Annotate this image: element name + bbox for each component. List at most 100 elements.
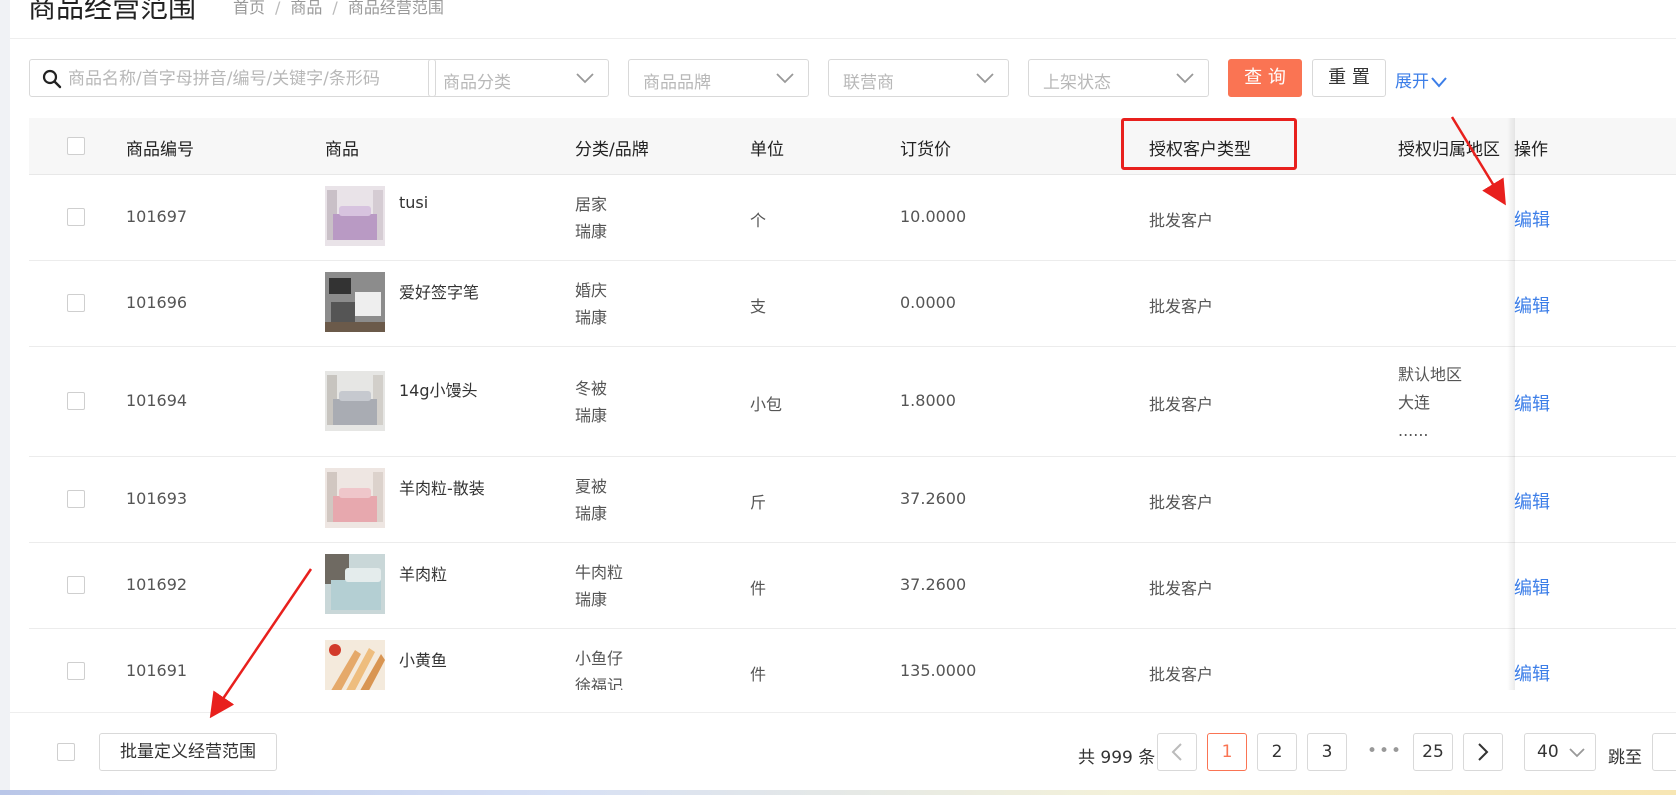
chevron-down-icon — [776, 73, 794, 84]
pagination-page-25[interactable]: 25 — [1413, 733, 1453, 771]
cell-unit: 个 — [750, 211, 767, 230]
product-thumbnail[interactable] — [325, 371, 385, 431]
cell-unit: 件 — [750, 579, 767, 598]
product-thumbnail[interactable] — [325, 640, 385, 690]
cell-product-name: 小黄鱼 — [399, 651, 448, 670]
row-checkbox[interactable] — [67, 294, 85, 312]
chevron-down-icon — [576, 73, 594, 84]
cell-customer-type: 批发客户 — [1149, 211, 1214, 230]
page-header: 商品经营范围 首页 / 商品 / 商品经营范围 — [10, 0, 1676, 39]
chevron-down-icon — [1176, 73, 1194, 84]
pagination-next-button[interactable] — [1463, 733, 1503, 771]
cell-code: 101696 — [126, 293, 188, 312]
expand-label: 展开 — [1395, 72, 1429, 92]
cell-product-name: 爱好签字笔 — [399, 283, 480, 302]
cell-price: 0.0000 — [900, 293, 956, 312]
page-container: 商品经营范围 首页 / 商品 / 商品经营范围 商品分类 商品品牌 联营商 上架状态 查… — [10, 0, 1676, 790]
breadcrumb-separator: / — [332, 0, 338, 17]
query-button[interactable]: 查 询 — [1228, 59, 1302, 97]
pagination-prev-button[interactable] — [1157, 733, 1197, 771]
cell-price: 37.2600 — [900, 489, 967, 508]
edit-link[interactable]: 编辑 — [1514, 206, 1550, 232]
row-checkbox[interactable] — [67, 662, 85, 680]
expand-toggle[interactable]: 展开 — [1395, 67, 1447, 92]
cell-product-name: 羊肉粒 — [399, 565, 448, 584]
cell-unit: 支 — [750, 297, 767, 316]
pagination-page-3[interactable]: 3 — [1307, 733, 1347, 771]
category-name: 夏被 — [575, 477, 608, 496]
cell-code: 101692 — [126, 575, 188, 594]
cell-code: 101691 — [126, 661, 188, 680]
column-header-action: 操作 — [1514, 140, 1548, 160]
product-thumbnail[interactable] — [325, 468, 385, 528]
row-checkbox[interactable] — [67, 208, 85, 226]
column-header-product: 商品 — [325, 140, 359, 160]
reset-button[interactable]: 重 置 — [1312, 59, 1386, 97]
table-row: 101693 羊肉粒-散装 夏被 瑞康 斤 37.2600 批发客户 编辑 — [29, 457, 1676, 543]
edit-link[interactable]: 编辑 — [1514, 660, 1550, 686]
product-thumbnail[interactable] — [325, 272, 385, 332]
pagination-ellipsis[interactable]: ••• — [1367, 741, 1403, 761]
table-row: 101696 爱好签字笔 婚庆 瑞康 支 0.0000 批发客户 编辑 — [29, 261, 1676, 347]
table-row: 101694 14g小馒头 冬被 瑞康 小包 1.8000 批发客户 默认地区 大连… — [29, 347, 1676, 457]
brand-name: 瑞康 — [575, 590, 608, 609]
pagination-page-1[interactable]: 1 — [1207, 733, 1247, 771]
cell-category-brand: 小鱼仔 徐福记 — [575, 645, 623, 690]
edit-link[interactable]: 编辑 — [1514, 574, 1550, 600]
chevron-right-icon — [1478, 743, 1489, 761]
edit-link[interactable]: 编辑 — [1514, 390, 1550, 416]
chevron-down-icon — [976, 73, 994, 84]
edit-link[interactable]: 编辑 — [1514, 488, 1550, 514]
cell-customer-type: 批发客户 — [1149, 493, 1214, 512]
breadcrumb-separator: / — [275, 0, 281, 17]
cell-region: 默认地区 大连...... — [1398, 361, 1462, 445]
table-header: 商品编号 商品 分类/品牌 单位 订货价 授权客户类型 授权归属地区 操作 — [29, 118, 1676, 175]
search-input[interactable] — [66, 60, 430, 98]
window-bottom-strip — [0, 790, 1676, 795]
status-select[interactable]: 上架状态 — [1028, 59, 1209, 97]
cell-code: 101693 — [126, 489, 188, 508]
footer-select-all-checkbox[interactable] — [57, 743, 75, 761]
breadcrumb-goods[interactable]: 商品 — [290, 0, 322, 17]
brand-name: 瑞康 — [575, 406, 608, 425]
edit-link[interactable]: 编辑 — [1514, 292, 1550, 318]
batch-define-scope-button[interactable]: 批量定义经营范围 — [99, 733, 277, 771]
category-name: 冬被 — [575, 379, 608, 398]
column-header-code: 商品编号 — [126, 140, 194, 160]
cell-unit: 小包 — [750, 395, 783, 414]
region-line: ...... — [1398, 421, 1429, 440]
table-row: 101691 小黄鱼 小鱼仔 徐福记 件 135.0000 批发客户 编辑 — [29, 629, 1676, 690]
partner-select[interactable]: 联营商 — [828, 59, 1009, 97]
product-thumbnail[interactable] — [325, 186, 385, 246]
jump-to-label: 跳至 — [1608, 748, 1642, 768]
search-box[interactable] — [29, 59, 436, 98]
page-size-value: 40 — [1537, 742, 1559, 762]
breadcrumb-current: 商品经营范围 — [347, 0, 444, 17]
cell-product-name: tusi — [399, 193, 429, 212]
row-checkbox[interactable] — [67, 392, 85, 410]
cell-category-brand: 冬被 瑞康 — [575, 375, 607, 429]
pagination-page-2[interactable]: 2 — [1257, 733, 1297, 771]
cell-customer-type: 批发客户 — [1149, 665, 1214, 684]
chevron-left-icon — [1171, 743, 1182, 761]
category-select-placeholder: 商品分类 — [443, 73, 511, 93]
breadcrumb-home[interactable]: 首页 — [233, 0, 265, 17]
cell-code: 101697 — [126, 207, 188, 226]
brand-select[interactable]: 商品品牌 — [628, 59, 809, 97]
region-line: 大连 — [1398, 393, 1431, 412]
table-row: 101692 羊肉粒 牛肉粒 瑞康 件 37.2600 批发客户 编辑 — [29, 543, 1676, 629]
partner-select-placeholder: 联营商 — [843, 73, 894, 93]
row-checkbox[interactable] — [67, 576, 85, 594]
category-select[interactable]: 商品分类 — [428, 59, 609, 97]
jump-to-input[interactable] — [1652, 733, 1676, 771]
column-header-unit: 单位 — [750, 140, 784, 160]
cell-price: 135.0000 — [900, 661, 977, 680]
table-row: 101697 tusi 居家 瑞康 个 10.0000 批发客户 编辑 — [29, 175, 1676, 261]
page-size-select[interactable]: 40 — [1524, 733, 1596, 771]
chevron-down-icon — [1569, 748, 1585, 758]
brand-name: 瑞康 — [575, 308, 608, 327]
fixed-column-shadow — [1507, 118, 1515, 690]
select-all-checkbox[interactable] — [67, 137, 85, 155]
row-checkbox[interactable] — [67, 490, 85, 508]
product-thumbnail[interactable] — [325, 554, 385, 614]
